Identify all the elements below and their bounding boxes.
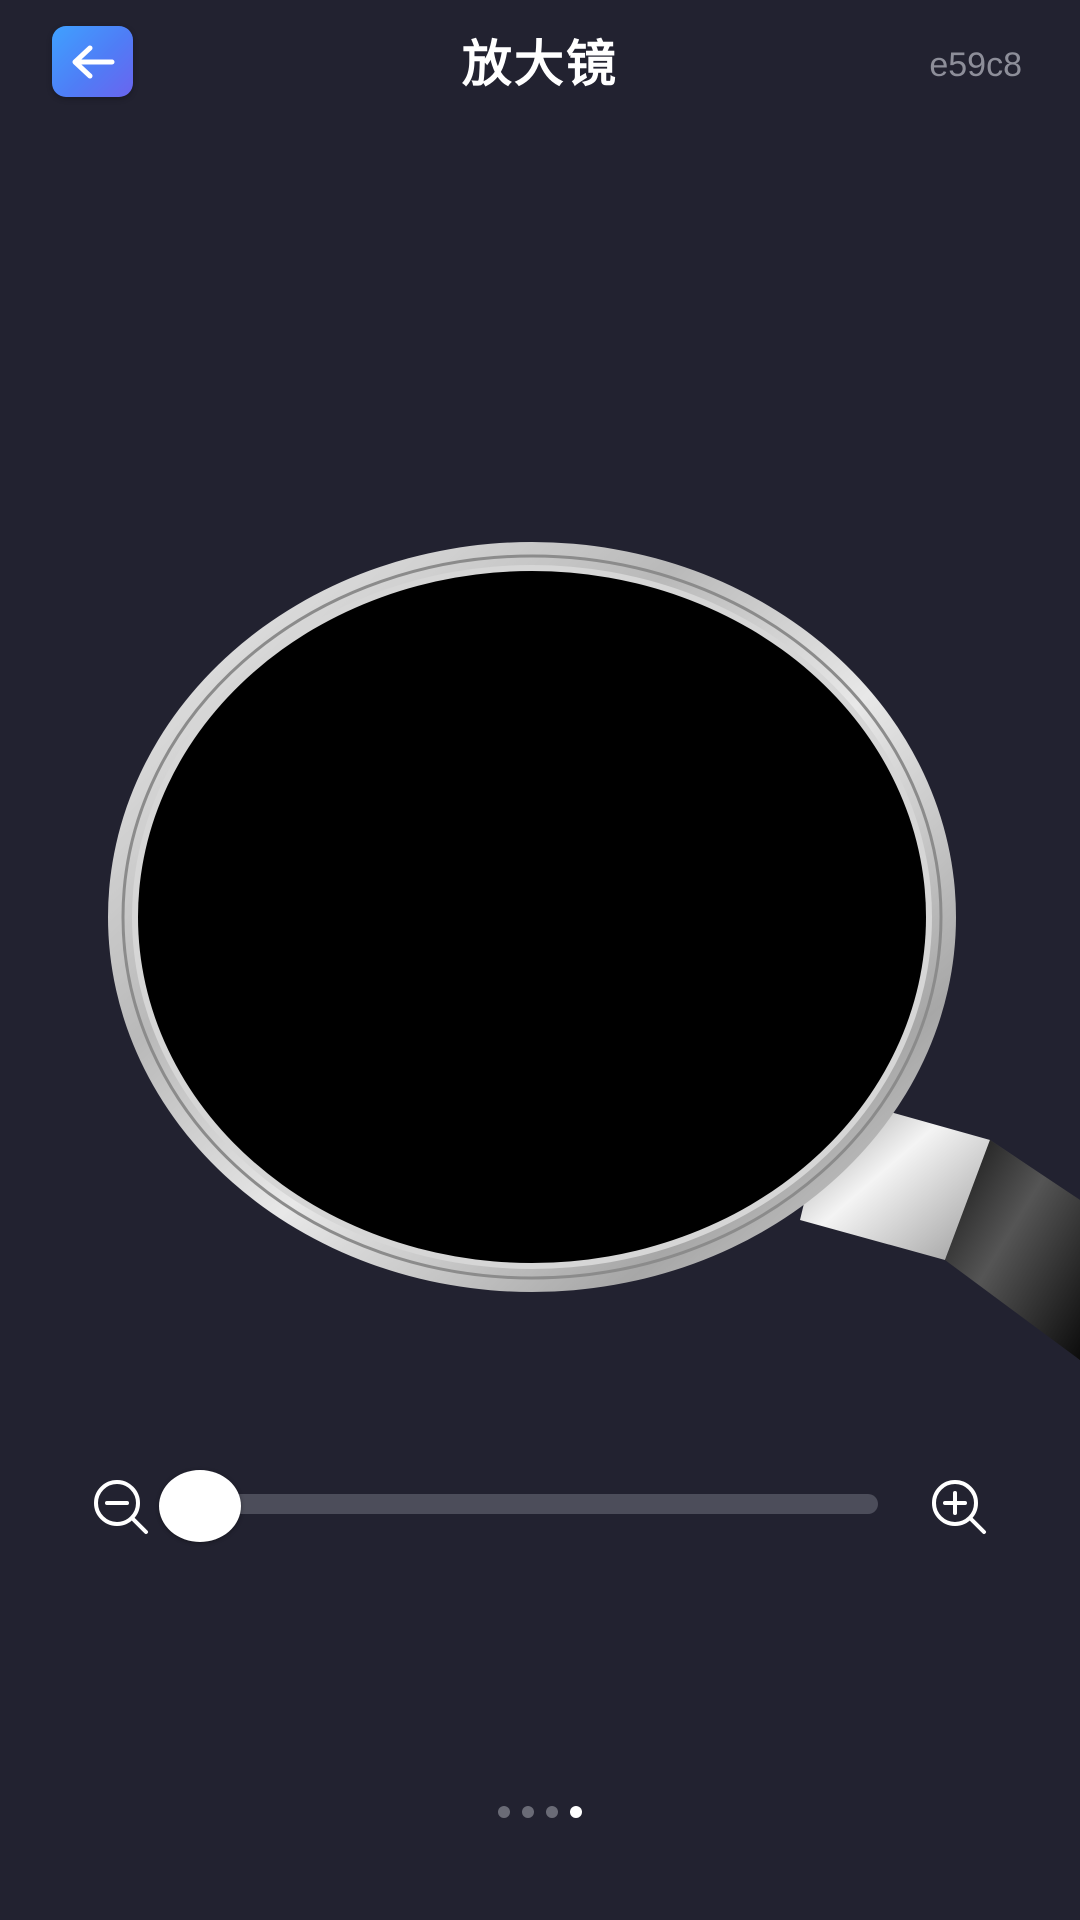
magnifier-screen: 放大镜 e59c8 <box>0 0 1080 1920</box>
zoom-out-icon[interactable] <box>92 1478 150 1536</box>
page-dot[interactable] <box>570 1806 582 1818</box>
page-indicator <box>0 1806 1080 1818</box>
page-dot[interactable] <box>522 1806 534 1818</box>
magnifier-view[interactable] <box>0 500 1080 1400</box>
page-dot[interactable] <box>498 1806 510 1818</box>
device-code-label: e59c8 <box>929 46 1022 84</box>
page-title: 放大镜 <box>462 35 618 93</box>
lens-viewport <box>138 571 926 1263</box>
zoom-slider-thumb[interactable] <box>159 1470 241 1542</box>
zoom-in-icon[interactable] <box>930 1478 988 1536</box>
zoom-slider-track[interactable] <box>200 1494 878 1514</box>
zoom-control <box>0 1466 1080 1546</box>
page-dot[interactable] <box>546 1806 558 1818</box>
